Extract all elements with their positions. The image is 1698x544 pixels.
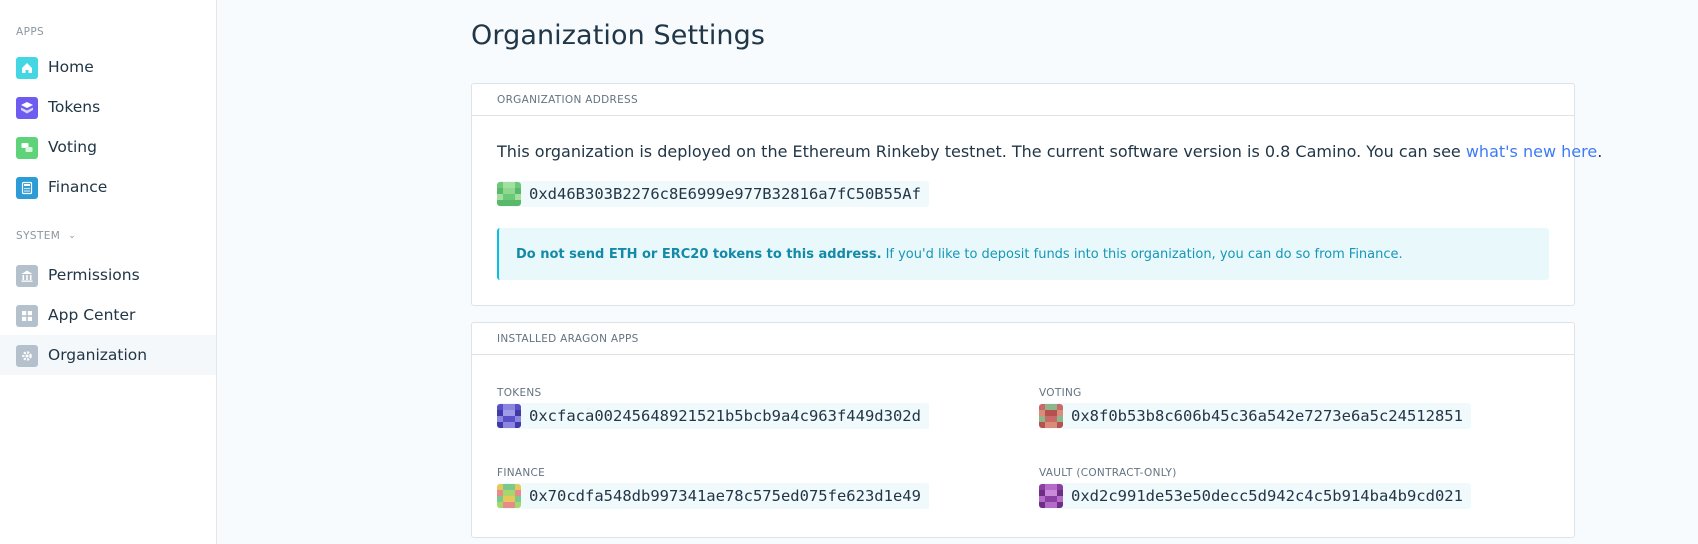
finance-link[interactable]: Finance — [1349, 247, 1399, 262]
whats-new-link[interactable]: what's new here — [1466, 142, 1597, 161]
description-end: . — [1597, 142, 1603, 161]
finance-icon — [16, 177, 38, 199]
app-label-vault: VAULT (CONTRACT-ONLY) — [1039, 467, 1177, 479]
system-label-text: SYSTEM — [16, 230, 61, 242]
description-text: This organization is deployed on the Eth… — [497, 142, 1466, 161]
finance-app-address[interactable]: 0x70cdfa548db997341ae78c575ed075fe623d1e… — [497, 483, 929, 509]
address-text: 0x8f0b53b8c606b45c36a542e7273e6a5c245128… — [1071, 407, 1463, 425]
sidebar-item-label: Tokens — [48, 98, 101, 116]
organization-address[interactable]: 0xd46B303B2276c8E6999e977B32816a7fC50B55… — [497, 181, 929, 207]
app-center-icon — [16, 305, 38, 327]
sidebar-item-tokens[interactable]: Tokens — [0, 87, 216, 127]
identicon — [1039, 404, 1063, 428]
voting-icon — [16, 137, 38, 159]
sidebar-item-label: Finance — [48, 178, 108, 196]
sidebar-item-label: Voting — [48, 138, 97, 156]
organization-icon — [16, 345, 38, 367]
app-label-finance: FINANCE — [497, 467, 546, 479]
app-label-voting: VOTING — [1039, 387, 1082, 399]
installed-apps-card: INSTALLED ARAGON APPS TOKENS 0xcfaca0024… — [471, 322, 1575, 538]
system-section-label[interactable]: SYSTEM ⌄ — [16, 230, 76, 242]
identicon — [1039, 484, 1063, 508]
deposit-warning-notice: Do not send ETH or ERC20 tokens to this … — [497, 228, 1549, 280]
sidebar-item-home[interactable]: Home — [0, 47, 216, 87]
card-header: ORGANIZATION ADDRESS — [472, 84, 1574, 116]
sidebar-item-label: App Center — [48, 306, 136, 324]
card-header: INSTALLED ARAGON APPS — [472, 323, 1574, 355]
sidebar-item-permissions[interactable]: Permissions — [0, 255, 216, 295]
voting-app-address[interactable]: 0x8f0b53b8c606b45c36a542e7273e6a5c245128… — [1039, 403, 1471, 429]
tokens-app-address[interactable]: 0xcfaca00245648921521b5bcb9a4c963f449d30… — [497, 403, 929, 429]
sidebar-item-finance[interactable]: Finance — [0, 167, 216, 207]
chevron-down-icon: ⌄ — [68, 231, 77, 241]
organization-address-card: ORGANIZATION ADDRESS This organization i… — [471, 83, 1602, 306]
notice-text: If you'd like to deposit funds into this… — [885, 246, 1345, 262]
app-label-tokens: TOKENS — [497, 387, 542, 399]
sidebar-item-label: Home — [48, 58, 94, 76]
address-text: 0xcfaca00245648921521b5bcb9a4c963f449d30… — [529, 407, 921, 425]
address-text: 0xd46B303B2276c8E6999e977B32816a7fC50B55… — [529, 185, 921, 203]
identicon — [497, 182, 521, 206]
permissions-icon — [16, 265, 38, 287]
sidebar-item-label: Organization — [48, 346, 148, 364]
sidebar: APPS Home Tokens Voting Finance SYSTEM ⌄ … — [0, 0, 217, 544]
tokens-icon — [16, 97, 38, 119]
page-title: Organization Settings — [471, 20, 766, 51]
sidebar-item-voting[interactable]: Voting — [0, 127, 216, 167]
address-text: 0xd2c991de53e50decc5d942c4c5b914ba4b9cd0… — [1071, 487, 1463, 505]
identicon — [497, 484, 521, 508]
organization-description: This organization is deployed on the Eth… — [497, 142, 1602, 161]
vault-app-address[interactable]: 0xd2c991de53e50decc5d942c4c5b914ba4b9cd0… — [1039, 483, 1471, 509]
apps-section-label: APPS — [16, 26, 45, 38]
identicon — [497, 404, 521, 428]
home-icon — [16, 57, 38, 79]
sidebar-item-organization[interactable]: Organization — [0, 335, 216, 375]
notice-end: . — [1398, 246, 1403, 262]
address-text: 0x70cdfa548db997341ae78c575ed075fe623d1e… — [529, 487, 921, 505]
sidebar-item-label: Permissions — [48, 266, 140, 284]
notice-bold-text: Do not send ETH or ERC20 tokens to this … — [516, 246, 882, 262]
sidebar-item-app-center[interactable]: App Center — [0, 295, 216, 335]
